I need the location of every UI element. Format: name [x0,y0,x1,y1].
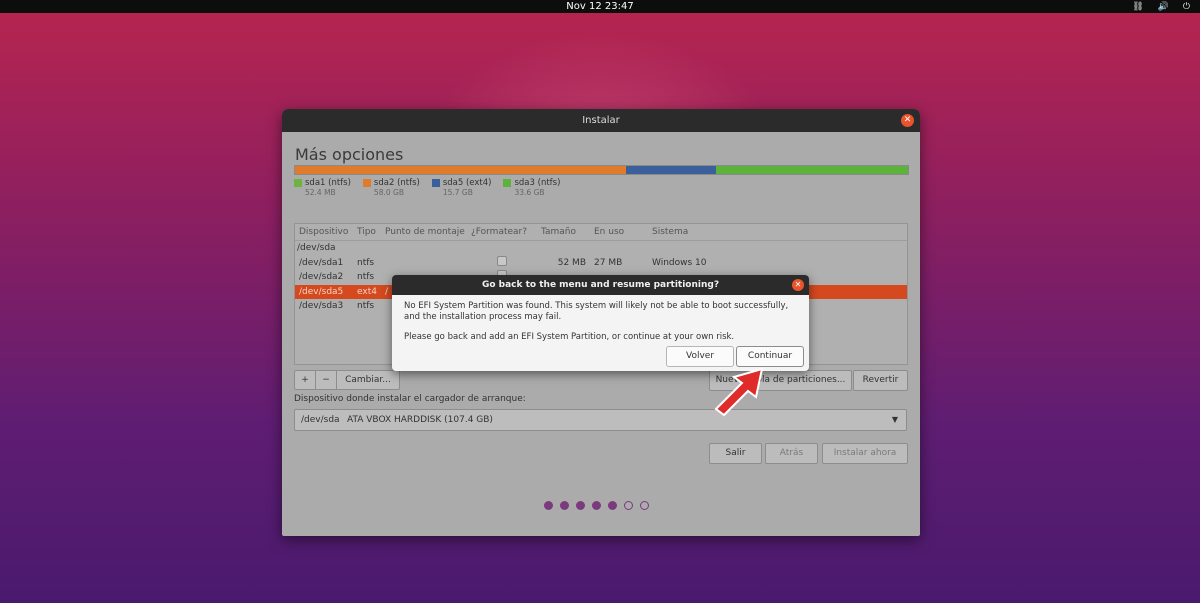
header-type[interactable]: Tipo [357,224,385,240]
cell-type: ntfs [357,301,375,311]
partition-segment-sda2 [295,166,627,174]
header-used[interactable]: En uso [590,224,652,240]
cell-mount [385,256,471,271]
progress-dot [560,501,569,510]
disk-label: /dev/sda [297,243,336,253]
cell-device: /dev/sda5 [299,286,344,297]
bootloader-label: Dispositivo donde instalar el cargador d… [294,394,526,404]
format-checkbox[interactable] [497,255,507,266]
header-size[interactable]: Tamaño [541,224,590,240]
efi-warning-dialog: Go back to the menu and resume partition… [392,275,809,371]
partition-toolbar: + − Cambiar... [294,370,400,390]
cell-type: ntfs [357,272,375,282]
legend-item: sda5 (ext4) 15.7 GB [431,178,492,197]
header-device[interactable]: Dispositivo [295,224,357,240]
cell-device: /dev/sda1 [299,257,344,268]
legend-label: sda1 (ntfs) [305,178,351,188]
partition-bar [294,165,909,175]
boot-disk-value: ATA VBOX HARDDISK (107.4 GB) [347,415,493,425]
legend-item: sda3 (ntfs) 33.6 GB [503,178,560,197]
dialog-message: No EFI System Partition was found. This … [404,301,789,322]
header-mount[interactable]: Punto de montaje [385,224,471,240]
dialog-titlebar[interactable]: Go back to the menu and resume partition… [392,275,809,295]
progress-dot [640,501,649,510]
partition-segment-sda3 [715,166,908,174]
legend-label: sda5 (ext4) [442,178,492,188]
back-button[interactable]: Atrás [765,443,818,464]
cell-size: 52 MB [557,257,586,268]
pointer-arrow-icon [714,367,764,417]
table-header: Dispositivo Tipo Punto de montaje ¿Forma… [295,224,907,241]
clock[interactable]: Nov 12 23:47 [0,0,1200,13]
legend-item: sda1 (ntfs) 52.4 MB [294,178,351,197]
legend-item: sda2 (ntfs) 58.0 GB [362,178,420,197]
legend-size: 15.7 GB [442,188,473,197]
cell-type: ext4 [357,286,377,297]
header-format[interactable]: ¿Formatear? [471,224,541,240]
system-tray[interactable]: ⛓ 🔊 ⏻ [1132,0,1190,13]
cell-device: /dev/sda2 [299,272,344,282]
bootloader-device-select[interactable]: /dev/sda ATA VBOX HARDDISK (107.4 GB) ▼ [294,409,907,431]
legend-label: sda3 (ntfs) [514,178,561,188]
revert-button[interactable]: Revertir [853,370,908,391]
close-icon[interactable]: ✕ [792,279,804,291]
legend-swatch [294,179,302,187]
table-row-disk[interactable]: /dev/sda [295,241,907,256]
window-titlebar[interactable]: Instalar ✕ [282,109,920,132]
dialog-message-secondary: Please go back and add an EFI System Par… [404,332,735,342]
window-title: Instalar [582,115,620,126]
legend-size: 58.0 GB [373,188,404,197]
back-button[interactable]: Volver [666,346,734,367]
install-now-button[interactable]: Instalar ahora [822,443,908,464]
add-partition-button[interactable]: + [294,370,316,390]
partition-legend: sda1 (ntfs) 52.4 MB sda2 (ntfs) 58.0 GB sda5… [294,178,560,197]
legend-swatch [362,179,371,187]
dropdown-arrow-icon: ▼ [891,415,898,424]
legend-size: 33.6 GB [514,188,545,197]
cell-device: /dev/sda3 [299,301,344,311]
legend-label: sda2 (ntfs) [373,178,420,188]
continue-button[interactable]: Continuar [736,346,804,367]
cell-system: Windows 10 [652,257,707,268]
legend-swatch [503,179,512,187]
close-icon[interactable]: ✕ [901,114,914,127]
progress-dot [576,501,585,510]
progress-dot [624,501,633,510]
legend-swatch [431,179,440,187]
top-bar: Nov 12 23:47 ⛓ 🔊 ⏻ [0,0,1200,13]
cell-format [471,255,541,271]
progress-dot [544,501,553,510]
progress-dots [544,501,649,510]
dialog-title: Go back to the menu and resume partition… [481,280,720,290]
table-row[interactable]: /dev/sda1 ntfs 52 MB 27 MB Windows 10 [295,255,907,271]
progress-dot [592,501,601,510]
quit-button[interactable]: Salir [709,443,762,464]
remove-partition-button[interactable]: − [316,370,337,390]
change-partition-button[interactable]: Cambiar... [337,370,400,390]
cell-type: ntfs [357,257,375,268]
legend-size: 52.4 MB [305,188,336,197]
header-system[interactable]: Sistema [652,224,907,240]
network-icon[interactable]: ⛓ [1132,2,1143,12]
volume-icon[interactable]: 🔊 [1158,2,1169,12]
boot-device-value: /dev/sda [301,415,340,425]
power-icon[interactable]: ⏻ [1183,2,1190,12]
progress-dot [608,501,617,510]
partition-segment-sda5 [626,166,716,174]
cell-used: 27 MB [594,257,623,268]
